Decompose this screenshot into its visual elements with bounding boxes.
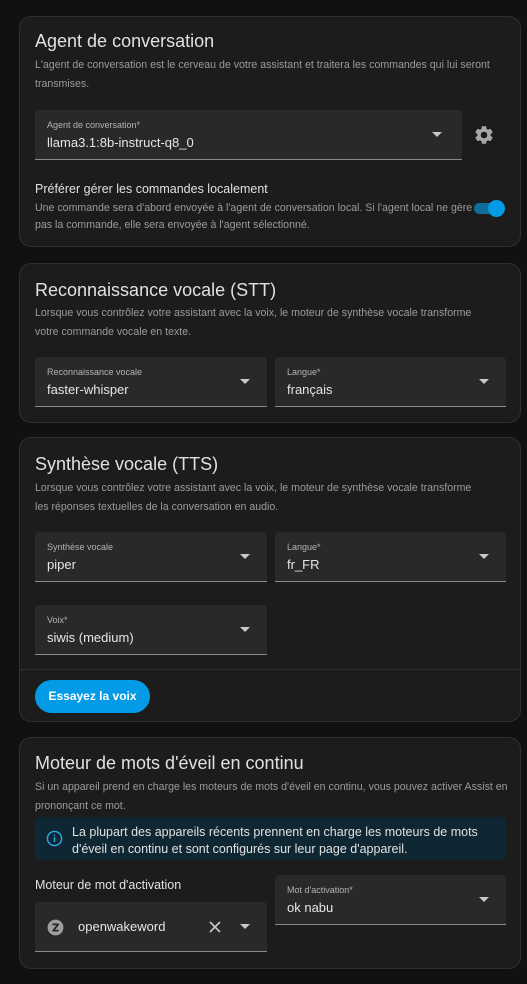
conversation-agent-label: Agent de conversation*: [47, 120, 141, 130]
toggle-knob: [488, 200, 505, 217]
wakeword-info-text: La plupart des appareils récents prennen…: [72, 825, 478, 856]
wakeword-engine-select[interactable]: openwakeword: [35, 902, 267, 952]
chevron-down-icon: [240, 553, 250, 559]
chevron-down-icon: [240, 923, 250, 929]
stt-language-select[interactable]: Langue* français: [275, 357, 506, 407]
tts-description: Lorsque vous contrôlez votre assistant a…: [35, 482, 472, 513]
wakeword-description: Si un appareil prend en charge les moteu…: [35, 781, 508, 812]
tts-engine-label: Synthèse vocale: [47, 542, 114, 552]
wakeword-word-value: ok nabu: [287, 900, 334, 915]
conversation-agent-card: Agent de conversation L'agent de convers…: [19, 16, 521, 247]
prefer-local-title: Préférer gérer les commandes localement: [35, 182, 268, 196]
tts-actions-divider: [20, 669, 520, 670]
tts-language-label: Langue*: [287, 542, 321, 552]
chevron-down-icon: [240, 378, 250, 384]
stt-title: Reconnaissance vocale (STT): [35, 280, 277, 300]
wakeword-engine-label: Moteur de mot d'activation: [35, 878, 182, 892]
wakeword-word-select[interactable]: Mot d'activation* ok nabu: [275, 875, 506, 925]
info-icon: [46, 830, 63, 847]
stt-engine-value: faster-whisper: [47, 382, 129, 397]
conversation-agent-select[interactable]: Agent de conversation* llama3.1:8b-instr…: [35, 110, 462, 160]
chevron-down-icon: [479, 378, 489, 384]
prefer-local-description: Une commande sera d'abord envoyée à l'ag…: [35, 202, 473, 231]
chevron-down-icon: [479, 896, 489, 902]
conversation-agent-title: Agent de conversation: [35, 31, 215, 51]
clear-icon[interactable]: [208, 920, 222, 934]
tts-language-value: fr_FR: [287, 557, 320, 572]
stt-engine-select[interactable]: Reconnaissance vocale faster-whisper: [35, 357, 267, 407]
wakeword-engine-value: openwakeword: [78, 919, 166, 934]
stt-engine-label: Reconnaissance vocale: [47, 367, 143, 377]
tts-voice-value: siwis (medium): [47, 630, 134, 645]
tts-title: Synthèse vocale (TTS): [35, 454, 219, 474]
try-voice-button[interactable]: Essayez la voix: [35, 680, 150, 713]
tts-engine-value: piper: [47, 557, 76, 572]
wakeword-word-label: Mot d'activation*: [287, 885, 353, 895]
tts-voice-select[interactable]: Voix* siwis (medium): [35, 605, 267, 655]
prefer-local-toggle[interactable]: [473, 198, 507, 218]
conversation-agent-value: llama3.1:8b-instruct-q8_0: [47, 135, 194, 150]
stt-description: Lorsque vous contrôlez votre assistant a…: [35, 307, 472, 338]
chevron-down-icon: [479, 553, 489, 559]
tts-engine-select[interactable]: Synthèse vocale piper: [35, 532, 267, 582]
wakeword-card: Moteur de mots d'éveil en continu Si un …: [19, 737, 521, 969]
gear-icon[interactable]: [473, 124, 495, 146]
openwakeword-logo-icon: [46, 918, 65, 937]
tts-card: Synthèse vocale (TTS) Lorsque vous contr…: [19, 437, 521, 722]
stt-card: Reconnaissance vocale (STT) Lorsque vous…: [19, 263, 521, 423]
wakeword-info-alert: La plupart des appareils récents prennen…: [35, 817, 506, 860]
chevron-down-icon: [240, 626, 250, 632]
stt-language-value: français: [287, 382, 333, 397]
stt-language-label: Langue*: [287, 367, 321, 377]
wakeword-title: Moteur de mots d'éveil en continu: [35, 753, 304, 773]
chevron-down-icon: [432, 131, 442, 137]
tts-voice-label: Voix*: [47, 615, 68, 625]
tts-language-select[interactable]: Langue* fr_FR: [275, 532, 506, 582]
conversation-agent-description: L'agent de conversation est le cerveau d…: [35, 59, 490, 90]
